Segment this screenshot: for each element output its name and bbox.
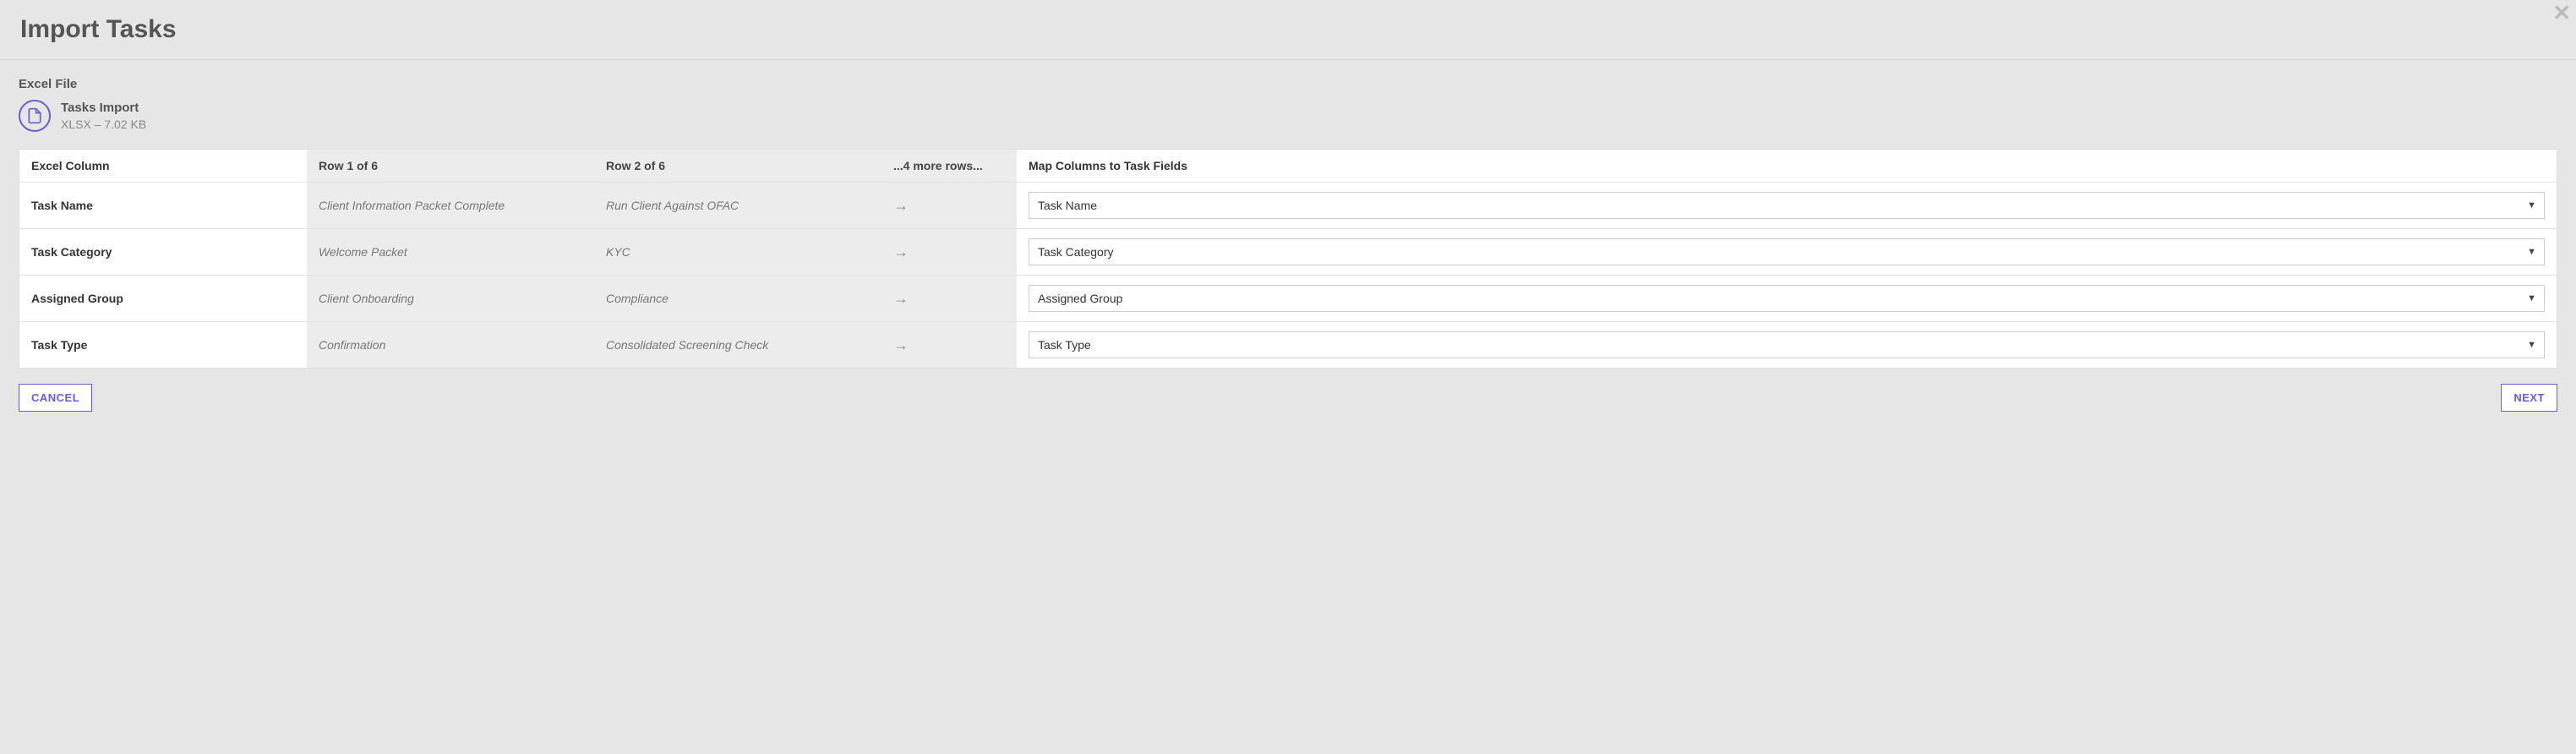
cell-row1-value: Confirmation xyxy=(307,322,594,368)
arrow-right-icon: → xyxy=(893,243,909,260)
cell-row1-value: Client Onboarding xyxy=(307,276,594,322)
map-select-task-type[interactable]: Task Type ▼ xyxy=(1029,331,2545,358)
page-title: Import Tasks xyxy=(20,15,177,44)
arrow-right-icon: → xyxy=(893,197,909,214)
select-value: Assigned Group xyxy=(1038,292,1122,305)
cell-row2-value: Compliance xyxy=(594,276,881,322)
file-name: Tasks Import xyxy=(61,100,146,117)
file-detail: XLSX – 7.02 KB xyxy=(61,117,146,132)
map-select-assigned-group[interactable]: Assigned Group ▼ xyxy=(1029,285,2545,312)
close-icon[interactable]: ✕ xyxy=(2552,0,2571,26)
table-row: Assigned Group Client Onboarding Complia… xyxy=(19,276,2557,322)
cell-row2-value: KYC xyxy=(594,229,881,276)
cell-arrow: → xyxy=(881,322,1017,368)
map-select-task-name[interactable]: Task Name ▼ xyxy=(1029,192,2545,219)
file-section-label: Excel File xyxy=(19,77,2557,91)
cancel-button[interactable]: CANCEL xyxy=(19,384,92,412)
header-row1: Row 1 of 6 xyxy=(307,150,594,183)
arrow-right-icon: → xyxy=(893,290,909,307)
cell-excel-column: Task Category xyxy=(19,229,307,276)
header-row2: Row 2 of 6 xyxy=(594,150,881,183)
header-excel-column: Excel Column xyxy=(19,150,307,183)
modal-header: Import Tasks xyxy=(0,0,2576,60)
select-value: Task Category xyxy=(1038,245,1113,259)
header-more-rows: ...4 more rows... xyxy=(881,150,1017,183)
map-select-task-category[interactable]: Task Category ▼ xyxy=(1029,238,2545,265)
mapping-table: Excel Column Row 1 of 6 Row 2 of 6 ...4 … xyxy=(19,149,2557,369)
header-map-columns: Map Columns to Task Fields xyxy=(1017,150,2557,183)
modal-body: Excel File Tasks Import XLSX – 7.02 KB E… xyxy=(0,60,2576,430)
caret-down-icon: ▼ xyxy=(2527,293,2536,303)
table-header-row: Excel Column Row 1 of 6 Row 2 of 6 ...4 … xyxy=(19,150,2557,183)
cell-row2-value: Run Client Against OFAC xyxy=(594,183,881,229)
cell-excel-column: Task Type xyxy=(19,322,307,368)
next-button[interactable]: NEXT xyxy=(2501,384,2557,412)
table-row: Task Type Confirmation Consolidated Scre… xyxy=(19,322,2557,368)
select-value: Task Name xyxy=(1038,199,1097,212)
caret-down-icon: ▼ xyxy=(2527,247,2536,257)
cell-excel-column: Assigned Group xyxy=(19,276,307,322)
modal-footer: CANCEL NEXT xyxy=(19,384,2557,412)
caret-down-icon: ▼ xyxy=(2527,200,2536,210)
arrow-right-icon: → xyxy=(893,336,909,353)
cell-arrow: → xyxy=(881,276,1017,322)
cell-row1-value: Welcome Packet xyxy=(307,229,594,276)
file-icon xyxy=(19,100,51,132)
cell-arrow: → xyxy=(881,229,1017,276)
select-value: Task Type xyxy=(1038,338,1091,352)
file-meta: Tasks Import XLSX – 7.02 KB xyxy=(61,100,146,132)
cell-row2-value: Consolidated Screening Check xyxy=(594,322,881,368)
cell-excel-column: Task Name xyxy=(19,183,307,229)
table-row: Task Name Client Information Packet Comp… xyxy=(19,183,2557,229)
import-tasks-modal: Import Tasks ✕ Excel File Tasks Import X… xyxy=(0,0,2576,430)
cell-row1-value: Client Information Packet Complete xyxy=(307,183,594,229)
caret-down-icon: ▼ xyxy=(2527,340,2536,350)
cell-arrow: → xyxy=(881,183,1017,229)
file-block: Tasks Import XLSX – 7.02 KB xyxy=(19,100,2557,132)
table-row: Task Category Welcome Packet KYC → Task … xyxy=(19,229,2557,276)
